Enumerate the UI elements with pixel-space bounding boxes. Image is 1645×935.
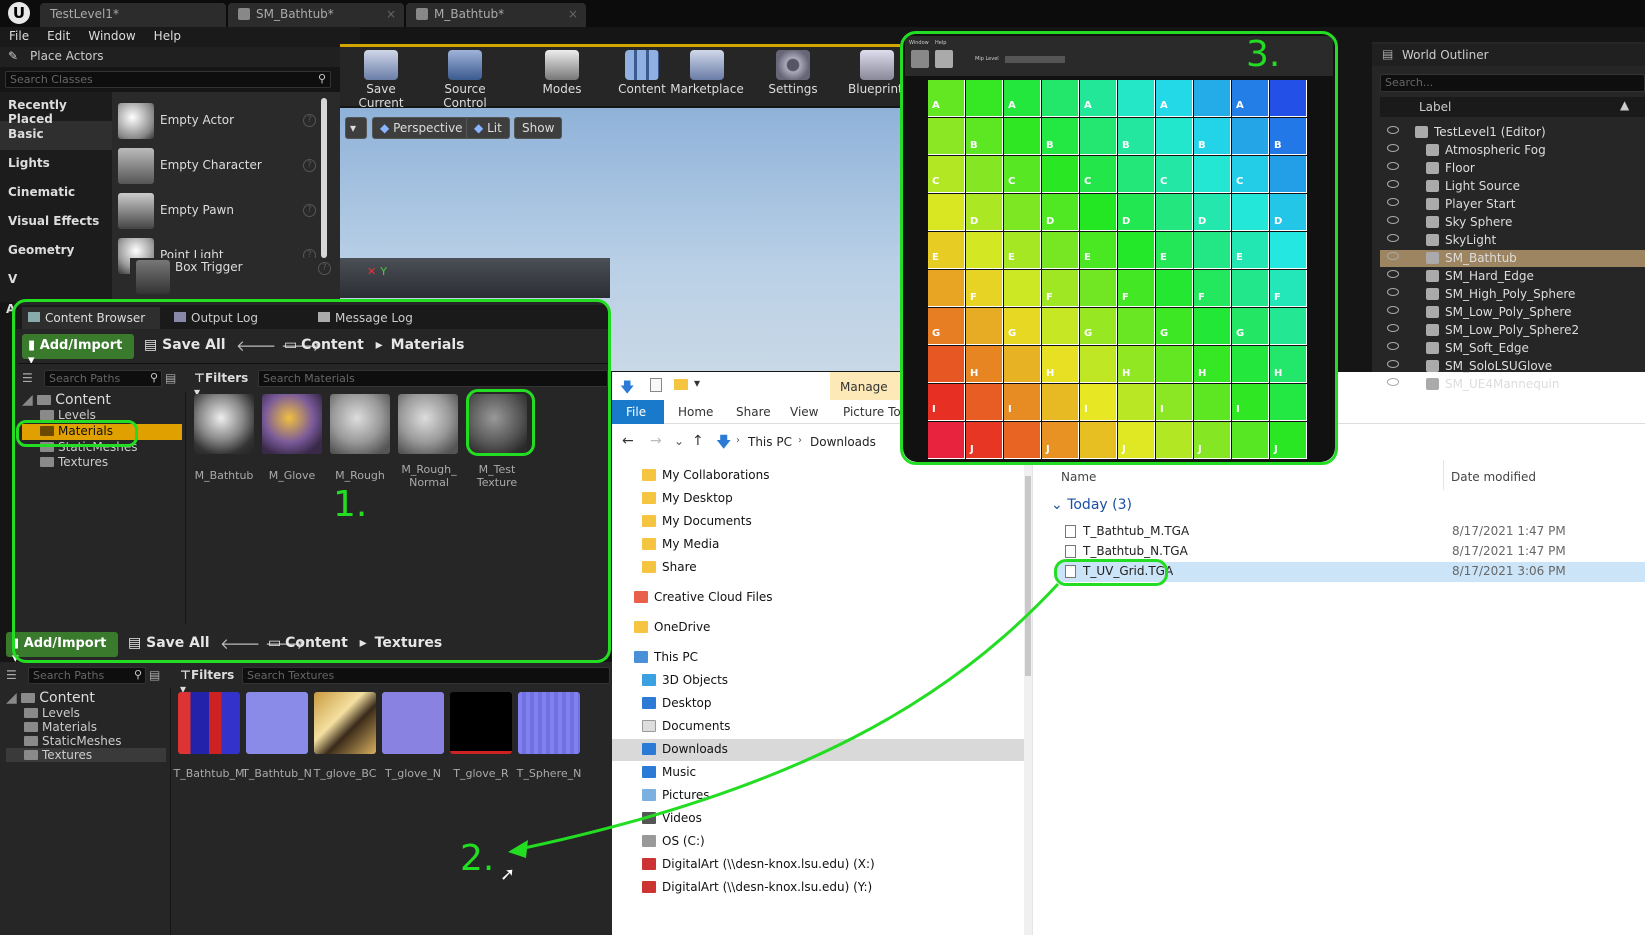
drag-arrow-path <box>514 582 1060 852</box>
arrowhead-icon <box>508 840 528 858</box>
drag-arrow <box>508 582 1060 858</box>
annotation-2: 2. <box>460 838 495 879</box>
cursor-icon: ➚ <box>500 864 516 885</box>
